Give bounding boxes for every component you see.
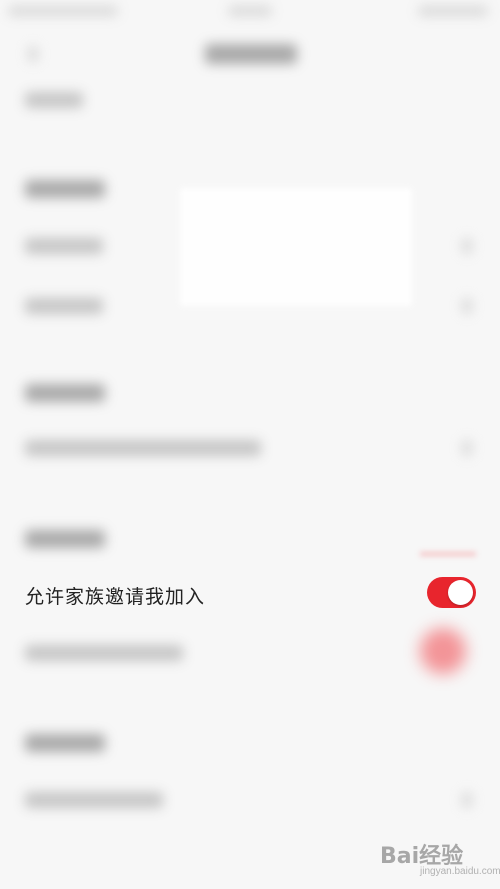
row-3-chevron-icon bbox=[462, 298, 472, 314]
row-6-toggle-blur[interactable] bbox=[420, 628, 466, 674]
row-1-blur[interactable] bbox=[25, 92, 83, 108]
toggle-knob bbox=[448, 580, 473, 605]
section-4-header-blur bbox=[25, 734, 105, 752]
row-2-chevron-icon bbox=[462, 238, 472, 254]
row-4-chevron-icon bbox=[462, 440, 472, 456]
row-6-blur[interactable] bbox=[25, 645, 183, 661]
section-3-header-blur bbox=[25, 530, 105, 548]
overlay-panel-blur bbox=[180, 188, 412, 306]
status-carrier-blur bbox=[8, 6, 118, 16]
page-title-blur bbox=[205, 44, 297, 64]
section-1-header-blur bbox=[25, 180, 105, 198]
baidu-jingyan-watermark: Bai经验 jingyan.baidu.com bbox=[380, 838, 500, 882]
allow-family-invite-row: 允许家族邀请我加入 bbox=[0, 564, 500, 622]
toggle-shadow-blur bbox=[420, 552, 476, 556]
row-4-blur[interactable] bbox=[25, 440, 261, 456]
status-battery-blur bbox=[418, 6, 488, 16]
row-7-chevron-icon bbox=[462, 792, 472, 808]
allow-family-invite-label: 允许家族邀请我加入 bbox=[25, 586, 206, 608]
status-time-blur bbox=[228, 6, 272, 16]
row-7-blur[interactable] bbox=[25, 792, 163, 808]
allow-family-invite-toggle[interactable] bbox=[427, 577, 476, 608]
row-3-blur[interactable] bbox=[25, 298, 103, 314]
watermark-url: jingyan.baidu.com bbox=[420, 866, 500, 877]
row-2-blur[interactable] bbox=[25, 238, 103, 254]
status-bar bbox=[0, 0, 500, 24]
settings-screen: 允许家族邀请我加入 Bai经验 jingyan.baidu.com bbox=[0, 0, 500, 889]
back-icon[interactable] bbox=[28, 46, 38, 62]
section-2-header-blur bbox=[25, 384, 105, 402]
